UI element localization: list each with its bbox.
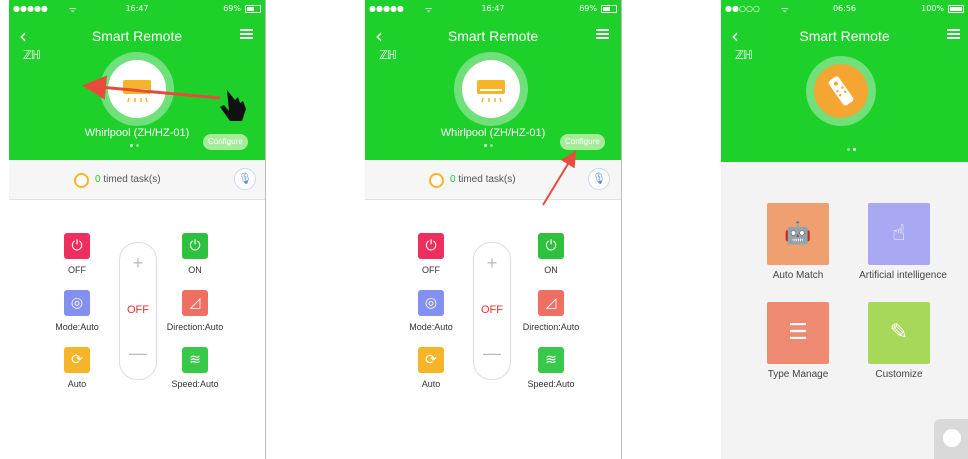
status-bar: ●●●●● ᯤ 16:47 69%: [9, 0, 265, 18]
power-off-button[interactable]: ⏻: [418, 233, 444, 259]
battery-icon: [245, 5, 261, 13]
artificial-intelligence-tile[interactable]: ☝: [868, 203, 930, 265]
direction-label: Direction:Auto: [166, 322, 224, 332]
auto-button[interactable]: ⟳: [418, 347, 444, 373]
speed-button[interactable]: ≋: [538, 347, 564, 373]
remote-circle: [806, 56, 876, 126]
remote-control-icon: [828, 76, 854, 106]
direction-button[interactable]: ◿: [538, 290, 564, 316]
off-label: OFF: [422, 265, 440, 275]
mode-button[interactable]: ◎: [418, 290, 444, 316]
off-label: OFF: [68, 265, 86, 275]
phone-screen-3: ●●○○○ ᯤ 06:56 100% ‹ Smart Remote ℤℍ 🤖 A…: [721, 0, 968, 459]
list-icon[interactable]: [240, 29, 253, 40]
page-title: Smart Remote: [447, 28, 539, 44]
direction-button[interactable]: ◿: [182, 290, 208, 316]
page-indicator-dot: [136, 144, 139, 147]
device-circle: [100, 52, 174, 126]
mode-label: Mode:Auto: [409, 322, 453, 332]
phone-screen-2: ●●●●● ᯤ 16:47 69% ‹ Smart Remote ℤℍ Whir…: [365, 0, 622, 459]
battery-percent: 100%: [921, 4, 944, 13]
clock-icon: [429, 173, 444, 188]
configure-button[interactable]: Configure: [203, 134, 248, 150]
page-title: Smart Remote: [91, 28, 183, 44]
air-conditioner-icon: [477, 80, 505, 103]
type-manage-label: Type Manage: [767, 369, 829, 380]
mode-label: Mode:Auto: [55, 322, 99, 332]
edit-icon: ✎: [889, 320, 909, 345]
list-circle-icon: ☰: [788, 320, 808, 345]
configure-button[interactable]: Configure: [560, 134, 605, 150]
temperature-value: OFF: [481, 304, 503, 316]
temperature-pill: + OFF —: [119, 242, 157, 380]
auto-label: Auto: [421, 379, 441, 389]
battery-percent: 69%: [223, 4, 241, 13]
speed-label: Speed:Auto: [527, 379, 575, 389]
auto-match-tile[interactable]: 🤖: [767, 203, 829, 265]
device-circle: [454, 52, 528, 126]
auto-button[interactable]: ⟳: [64, 347, 90, 373]
auto-match-label: Auto Match: [772, 270, 824, 281]
brand-logo-icon: ℤℍ: [23, 48, 41, 62]
timer-bar[interactable]: 0 timed task(s) 🎙: [9, 160, 265, 200]
power-off-button[interactable]: ⏻: [64, 233, 90, 259]
on-label: ON: [188, 265, 202, 275]
page-indicator-dot: [130, 144, 133, 147]
temp-up-button[interactable]: +: [474, 253, 510, 274]
page-title: Smart Remote: [799, 28, 890, 44]
status-bar: ●●○○○ ᯤ 06:56 100%: [721, 0, 968, 18]
header-panel: ●●○○○ ᯤ 06:56 100% ‹ Smart Remote ℤℍ: [721, 0, 968, 162]
android-icon: 🤖: [784, 221, 812, 246]
timer-text: 0 timed task(s): [95, 174, 161, 185]
temp-down-button[interactable]: —: [120, 343, 156, 364]
timer-text: 0 timed task(s): [450, 174, 516, 185]
page-indicator-dot: [490, 144, 493, 147]
microphone-icon[interactable]: 🎙: [234, 168, 256, 190]
battery-icon: [601, 5, 617, 13]
touch-hand-icon: ☝: [892, 221, 906, 246]
air-conditioner-icon: [123, 80, 151, 103]
page-indicator-dot: [847, 148, 850, 151]
page-indicator-dot: [484, 144, 487, 147]
battery-icon: [948, 5, 964, 13]
brand-logo-icon: ℤℍ: [379, 48, 397, 62]
temp-up-button[interactable]: +: [120, 253, 156, 274]
auto-label: Auto: [67, 379, 87, 389]
direction-label: Direction:Auto: [522, 322, 580, 332]
mode-button[interactable]: ◎: [64, 290, 90, 316]
list-icon[interactable]: [596, 29, 609, 40]
temperature-pill: + OFF —: [473, 242, 511, 380]
phone-screen-1: ●●●●● ᯤ 16:47 69% ‹ Smart Remote ℤℍ Whir…: [9, 0, 266, 459]
microphone-icon[interactable]: 🎙: [588, 168, 610, 190]
floating-assist-button[interactable]: [934, 419, 968, 459]
clock-icon: [74, 173, 89, 188]
header-panel: ●●●●● ᯤ 16:47 69% ‹ Smart Remote ℤℍ Whir…: [9, 0, 265, 160]
temp-down-button[interactable]: —: [474, 343, 510, 364]
timer-bar[interactable]: 0 timed task(s) 🎙: [365, 160, 621, 200]
artificial-intelligence-label: Artificial intelligence: [859, 270, 947, 281]
page-indicator-dot: [853, 148, 856, 151]
customize-tile[interactable]: ✎: [868, 302, 930, 364]
options-panel: [721, 162, 968, 459]
battery-percent: 69%: [579, 4, 597, 13]
status-bar: ●●●●● ᯤ 16:47 69%: [365, 0, 621, 18]
type-manage-tile[interactable]: ☰: [767, 302, 829, 364]
power-on-button[interactable]: ⏻: [538, 233, 564, 259]
header-panel: ●●●●● ᯤ 16:47 69% ‹ Smart Remote ℤℍ Whir…: [365, 0, 621, 160]
list-icon[interactable]: [947, 29, 960, 40]
brand-logo-icon: ℤℍ: [735, 48, 753, 62]
customize-label: Customize: [875, 369, 923, 380]
temperature-value: OFF: [127, 304, 149, 316]
on-label: ON: [544, 265, 558, 275]
power-on-button[interactable]: ⏻: [182, 233, 208, 259]
speed-label: Speed:Auto: [171, 379, 219, 389]
speed-button[interactable]: ≋: [182, 347, 208, 373]
